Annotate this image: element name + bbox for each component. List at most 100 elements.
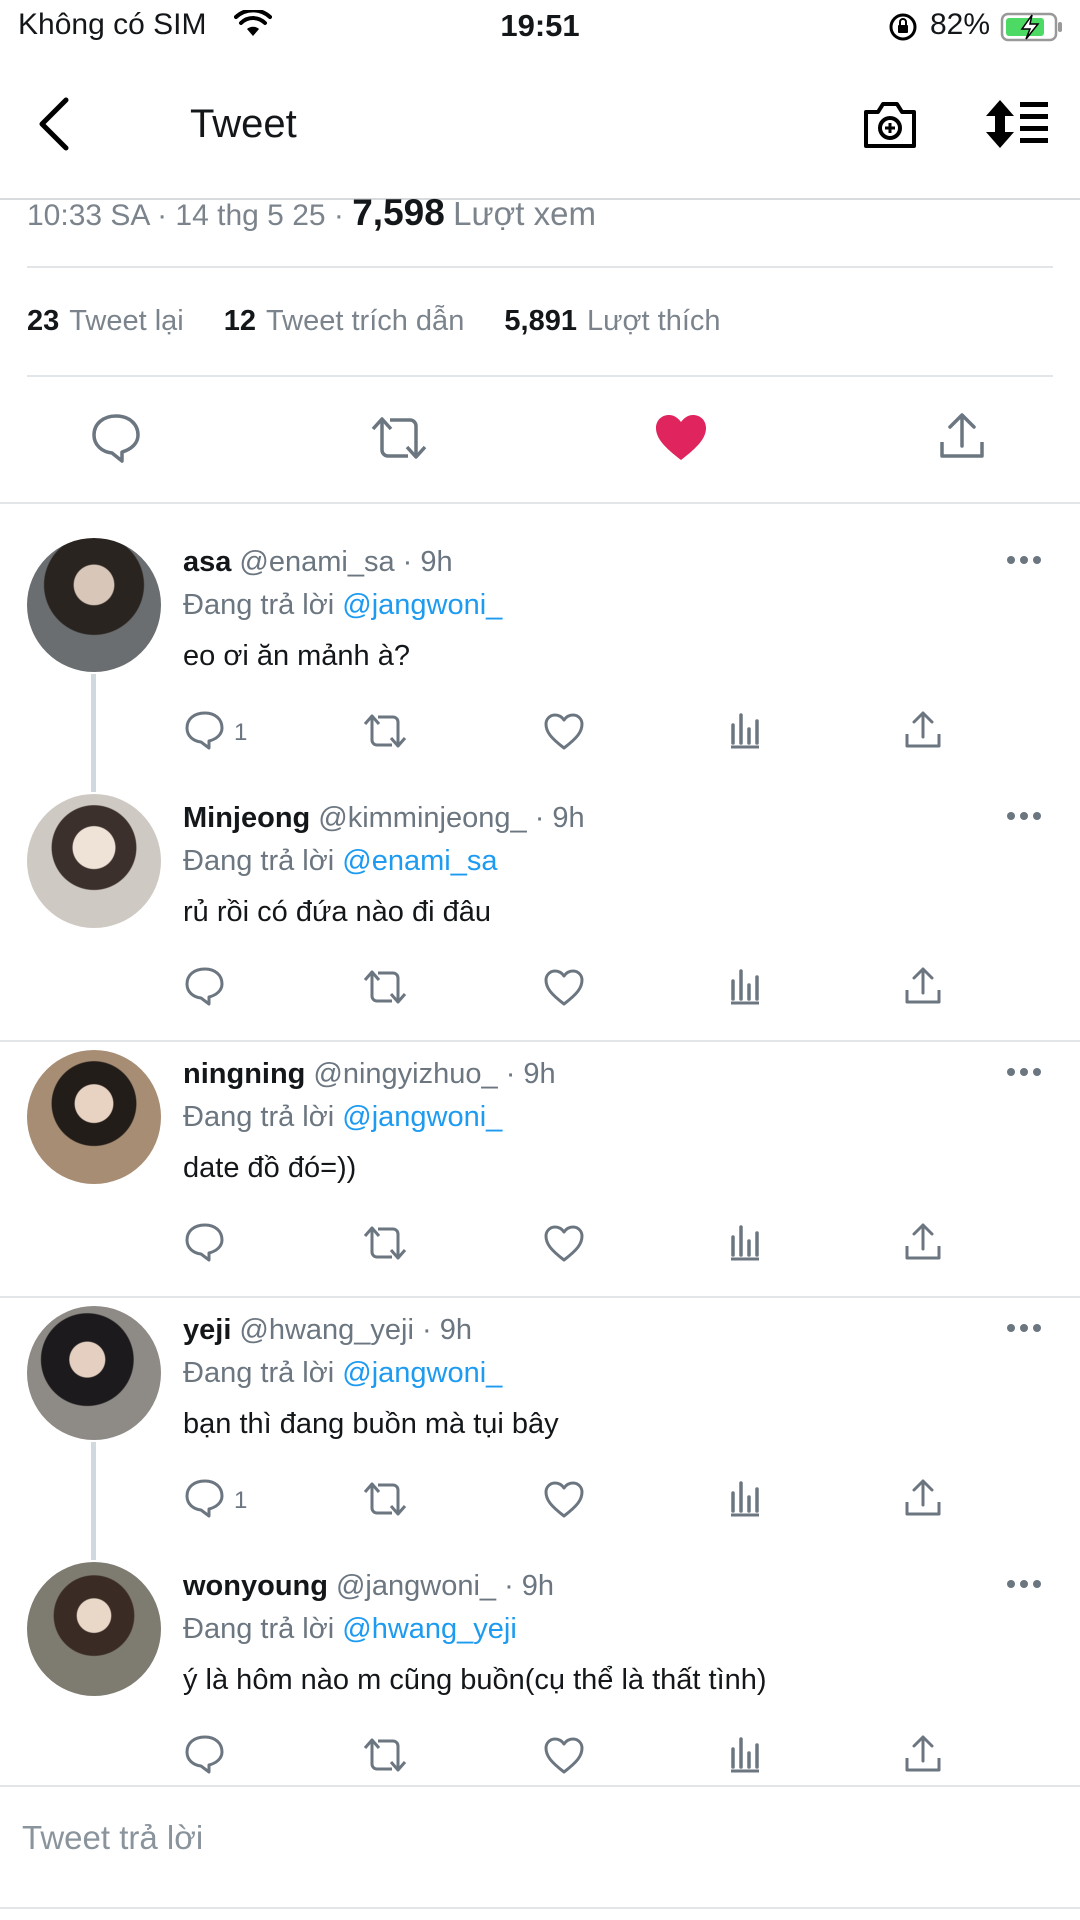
avatar[interactable] — [27, 1050, 161, 1184]
more-options-icon[interactable] — [1006, 1064, 1042, 1082]
page-title: Tweet — [190, 102, 297, 146]
analytics-icon[interactable] — [727, 1223, 763, 1266]
like-icon[interactable] — [543, 713, 585, 756]
mention-link[interactable]: @enami_sa — [342, 845, 497, 877]
reply-header: yeji @hwang_yeji · 9h — [183, 1314, 472, 1347]
mention-link[interactable]: @jangwoni_ — [342, 1101, 502, 1133]
avatar[interactable] — [27, 1562, 161, 1696]
reply-header: asa @enami_sa · 9h — [183, 546, 453, 579]
likes-stat[interactable]: 5,891 Lượt thích — [504, 305, 720, 337]
divider — [0, 1907, 1080, 1909]
reply-button[interactable] — [184, 1734, 234, 1779]
avatar[interactable] — [27, 538, 161, 672]
camera-add-icon[interactable] — [862, 98, 918, 155]
reply-item[interactable]: asa @enami_sa · 9h Đang trả lời @jangwoni_… — [0, 538, 1080, 792]
analytics-icon[interactable] — [727, 711, 763, 754]
more-options-icon[interactable] — [1006, 552, 1042, 570]
retweets-count: 23 — [27, 305, 60, 337]
tweet-meta: 10:33 SA · 14 thg 5 25 · 7,598 Lượt xem — [27, 192, 596, 234]
retweet-icon[interactable] — [362, 1224, 408, 1267]
reply-header: ningning @ningyizhuo_ · 9h — [183, 1058, 556, 1091]
reply-text: date đồ đó=)) — [183, 1152, 357, 1184]
retweet-icon[interactable] — [362, 1736, 408, 1779]
tweet-stats: 23 Tweet lại 12 Tweet trích dẫn 5,891 Lượt … — [27, 305, 753, 338]
quotes-stat[interactable]: 12 Tweet trích dẫn — [224, 305, 465, 337]
display-name[interactable]: yeji — [183, 1314, 231, 1346]
user-handle[interactable]: @hwang_yeji — [239, 1314, 414, 1346]
reply-text: rủ rồi có đứa nào đi đâu — [183, 896, 491, 928]
reply-item[interactable]: wonyoung @jangwoni_ · 9h Đang trả lời @hwa… — [0, 1562, 1080, 1812]
user-handle[interactable]: @enami_sa — [239, 546, 394, 578]
share-icon[interactable] — [904, 965, 942, 1010]
reply-compose-bar[interactable]: Tweet trả lời — [0, 1785, 1080, 1897]
reply-input-placeholder[interactable]: Tweet trả lời — [22, 1819, 203, 1857]
reply-count: 1 — [234, 1486, 248, 1514]
like-icon[interactable] — [543, 1737, 585, 1780]
display-name[interactable]: ningning — [183, 1058, 305, 1090]
retweet-icon[interactable] — [362, 712, 408, 755]
replying-to: Đang trả lời @jangwoni_ — [183, 1101, 502, 1134]
mention-link[interactable]: @jangwoni_ — [342, 589, 502, 621]
display-name[interactable]: wonyoung — [183, 1570, 328, 1602]
share-icon[interactable] — [904, 1477, 942, 1522]
like-icon[interactable] — [543, 1225, 585, 1268]
display-name[interactable]: Minjeong — [183, 802, 310, 834]
reply-text: ý là hôm nào m cũng buồn(cụ thể là thất … — [183, 1664, 767, 1696]
chevron-left-icon[interactable] — [36, 96, 72, 157]
analytics-icon[interactable] — [727, 967, 763, 1010]
more-options-icon[interactable] — [1006, 808, 1042, 826]
replying-to: Đang trả lời @jangwoni_ — [183, 1357, 502, 1390]
replying-to-prefix: Đang trả lời — [183, 589, 335, 621]
reply-item[interactable]: ningning @ningyizhuo_ · 9h Đang trả lời @j… — [0, 1050, 1080, 1300]
reply-item[interactable]: yeji @hwang_yeji · 9h Đang trả lời @jangwo… — [0, 1306, 1080, 1560]
display-name[interactable]: asa — [183, 546, 231, 578]
reply-header: Minjeong @kimminjeong_ · 9h — [183, 802, 585, 835]
views-count: 7,598 — [352, 192, 445, 233]
reply-header: wonyoung @jangwoni_ · 9h — [183, 1570, 554, 1603]
replying-to-prefix: Đang trả lời — [183, 1613, 335, 1645]
avatar[interactable] — [27, 794, 161, 928]
like-icon[interactable] — [543, 1481, 585, 1524]
like-icon-filled[interactable] — [654, 414, 708, 467]
reply-icon — [184, 1478, 226, 1523]
replying-to-prefix: Đang trả lời — [183, 1357, 335, 1389]
more-options-icon[interactable] — [1006, 1576, 1042, 1594]
analytics-icon[interactable] — [727, 1735, 763, 1778]
avatar[interactable] — [27, 1306, 161, 1440]
divider — [0, 1296, 1080, 1298]
user-handle[interactable]: @ningyizhuo_ — [313, 1058, 497, 1090]
like-icon[interactable] — [543, 969, 585, 1012]
replying-to: Đang trả lời @enami_sa — [183, 845, 497, 878]
reply-icon[interactable] — [90, 412, 142, 469]
retweet-icon[interactable] — [362, 1480, 408, 1523]
reply-button[interactable]: 1 — [184, 1478, 247, 1523]
reply-button[interactable]: 1 — [184, 710, 247, 755]
user-handle[interactable]: @kimminjeong_ — [318, 802, 526, 834]
mention-link[interactable]: @hwang_yeji — [342, 1613, 517, 1645]
share-icon[interactable] — [904, 1221, 942, 1266]
divider — [27, 266, 1053, 268]
retweet-icon[interactable] — [370, 414, 428, 467]
mention-link[interactable]: @jangwoni_ — [342, 1357, 502, 1389]
share-icon[interactable] — [938, 410, 986, 467]
more-options-icon[interactable] — [1006, 1320, 1042, 1338]
analytics-icon[interactable] — [727, 1479, 763, 1522]
replying-to-prefix: Đang trả lời — [183, 845, 335, 877]
share-icon[interactable] — [904, 1733, 942, 1778]
retweets-stat[interactable]: 23 Tweet lại — [27, 305, 184, 337]
reply-button[interactable] — [184, 1222, 234, 1267]
reply-time: · 9h — [504, 1570, 555, 1602]
sort-icon[interactable] — [984, 98, 1050, 155]
retweet-icon[interactable] — [362, 968, 408, 1011]
reply-time: · 9h — [505, 1058, 556, 1090]
reply-item[interactable]: Minjeong @kimminjeong_ · 9h Đang trả lời @… — [0, 794, 1080, 1044]
reply-button[interactable] — [184, 966, 234, 1011]
retweets-label: Tweet lại — [69, 305, 184, 337]
reply-icon — [184, 710, 226, 755]
user-handle[interactable]: @jangwoni_ — [336, 1570, 496, 1602]
thread-line — [91, 1442, 96, 1560]
share-icon[interactable] — [904, 709, 942, 754]
divider — [0, 1040, 1080, 1042]
quotes-count: 12 — [223, 305, 257, 337]
reply-count: 1 — [234, 718, 248, 746]
